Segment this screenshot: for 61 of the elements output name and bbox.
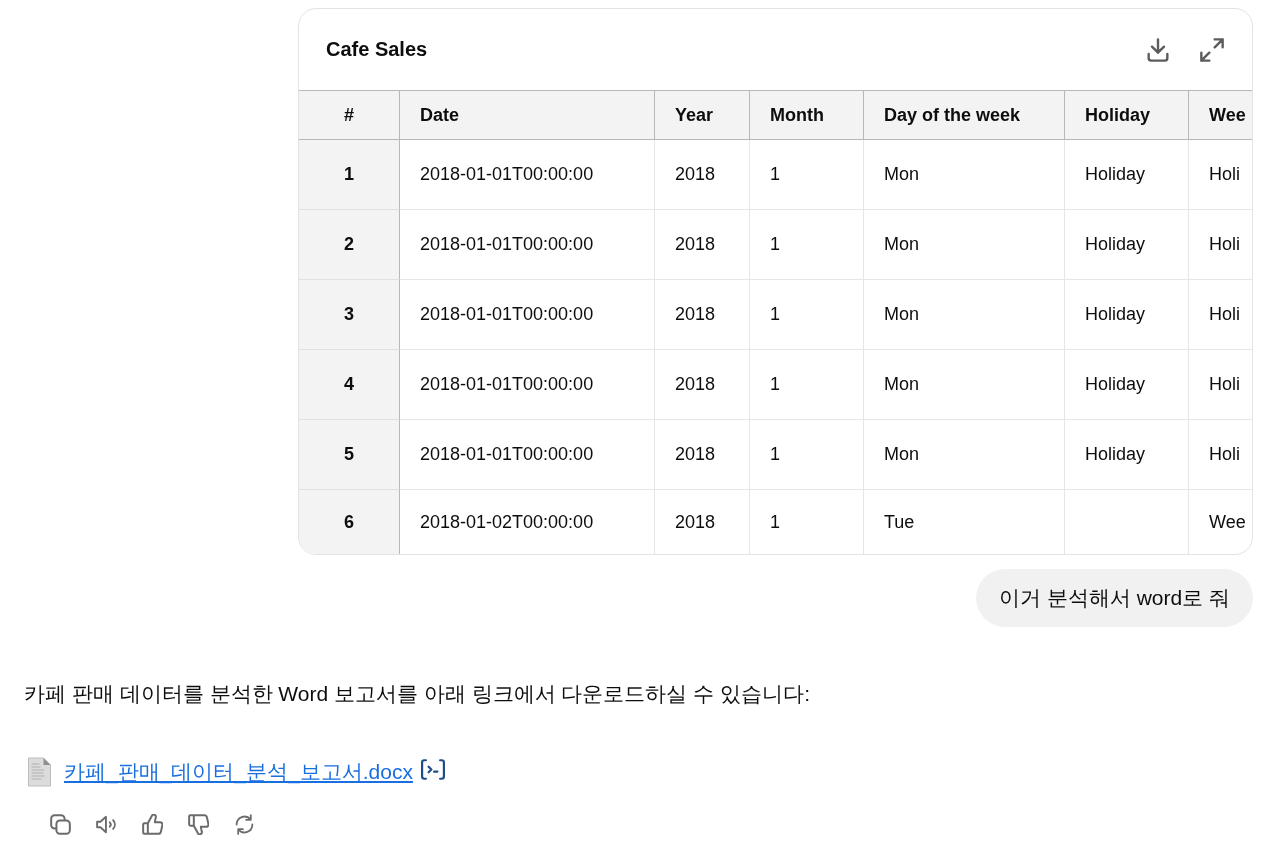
file-link[interactable]: 카페_판매_데이터_분석_보고서.docx: [64, 758, 413, 786]
column-header: Year: [655, 90, 750, 140]
column-header: Month: [750, 90, 864, 140]
user-message: 이거 분석해서 word로 줘: [975, 569, 1253, 627]
table-cell: 1: [750, 490, 864, 554]
table-cell: Holiday: [1065, 420, 1189, 490]
speaker-icon[interactable]: [96, 814, 117, 835]
document-icon: [27, 757, 52, 787]
table-cell: 2018: [655, 420, 750, 490]
table-cell: Mon: [864, 140, 1065, 210]
code-bracket-icon[interactable]: [420, 758, 445, 780]
expand-icon[interactable]: [1200, 37, 1224, 62]
table-cell: 2018-01-01T00:00:00: [400, 420, 655, 490]
table-cell: 1: [750, 140, 864, 210]
table-cell: 1: [750, 350, 864, 420]
table-cell: Holi: [1189, 210, 1252, 280]
download-icon[interactable]: [1146, 37, 1170, 62]
table-cell: Holi: [1189, 280, 1252, 350]
table-cell: 1: [750, 210, 864, 280]
table-cell: Holiday: [1065, 350, 1189, 420]
row-number: 6: [299, 490, 400, 554]
table-cell: 2018: [655, 350, 750, 420]
table-title: Cafe Sales: [326, 38, 428, 61]
table-cell: 2018-01-01T00:00:00: [400, 350, 655, 420]
column-header: Date: [400, 90, 655, 140]
refresh-icon[interactable]: [234, 814, 255, 835]
table-cell: 2018: [655, 210, 750, 280]
table-cell: 2018-01-02T00:00:00: [400, 490, 655, 554]
table-cell: Mon: [864, 210, 1065, 280]
copy-icon[interactable]: [50, 814, 71, 835]
table-cell: 2018-01-01T00:00:00: [400, 210, 655, 280]
column-header: #: [299, 90, 400, 140]
table-cell: 2018-01-01T00:00:00: [400, 280, 655, 350]
row-number: 2: [299, 210, 400, 280]
table-cell: 1: [750, 280, 864, 350]
table-cell: Holiday: [1065, 140, 1189, 210]
table-cell: Holi: [1189, 420, 1252, 490]
table-cell: Holi: [1189, 140, 1252, 210]
table-cell: Mon: [864, 420, 1065, 490]
column-header: Holiday: [1065, 90, 1189, 140]
row-number: 3: [299, 280, 400, 350]
table-cell: Mon: [864, 350, 1065, 420]
table-cell: Holiday: [1065, 210, 1189, 280]
table-cell: Holiday: [1065, 280, 1189, 350]
table-cell: 2018: [655, 280, 750, 350]
table-cell: 1: [750, 420, 864, 490]
column-header: Day of the week: [864, 90, 1065, 140]
table-cell: 2018-01-01T00:00:00: [400, 140, 655, 210]
row-number: 1: [299, 140, 400, 210]
table-cell: Holi: [1189, 350, 1252, 420]
assistant-message: 카페 판매 데이터를 분석한 Word 보고서를 아래 링크에서 다운로드하실 수 있습니다:: [24, 681, 811, 707]
table-cell: Mon: [864, 280, 1065, 350]
thumbs-down-icon[interactable]: [188, 814, 209, 835]
row-number: 5: [299, 420, 400, 490]
table-cell-text: Wee: [1208, 510, 1247, 534]
table-cell: Tue: [864, 490, 1065, 554]
row-number: 4: [299, 350, 400, 420]
table-cell: 2018: [655, 140, 750, 210]
thumbs-up-icon[interactable]: [142, 814, 163, 835]
table-cell: 2018: [655, 490, 750, 554]
column-header: Wee: [1189, 90, 1252, 140]
